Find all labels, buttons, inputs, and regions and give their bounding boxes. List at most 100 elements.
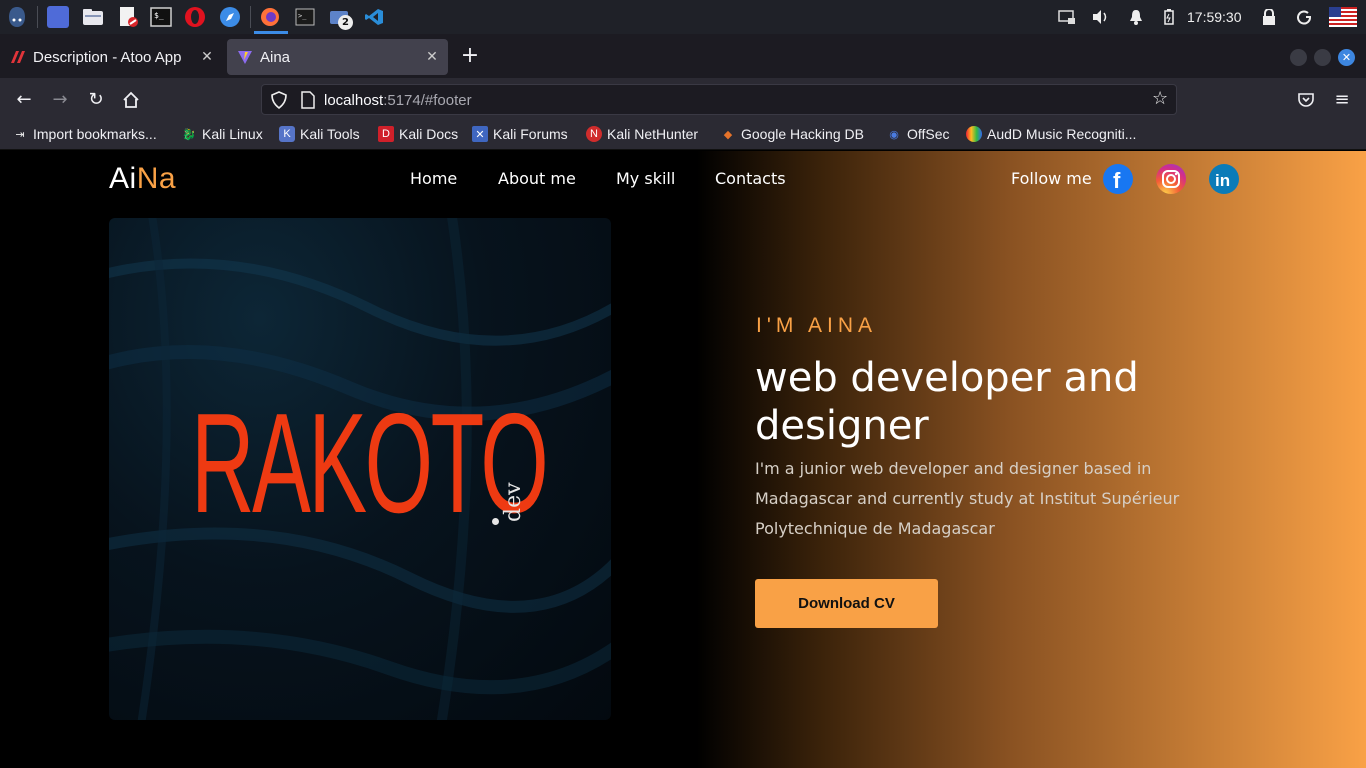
bookmark-offsec[interactable]: ◉ OffSec (886, 126, 950, 142)
files-window-icon[interactable]: 2 (329, 6, 353, 30)
home-icon[interactable] (119, 88, 143, 112)
flag-us-icon[interactable] (1329, 7, 1357, 27)
bookmark-kali-nethunter[interactable]: N Kali NetHunter (586, 126, 698, 142)
audd-icon (966, 126, 982, 142)
system-clock[interactable]: 17:59:30 (1187, 9, 1242, 25)
tab-close-icon[interactable]: ✕ (424, 48, 440, 64)
bookmarks-toolbar: ⇥ Import bookmarks... 🐉 Kali Linux K Kal… (0, 121, 1366, 150)
nethunter-icon: N (586, 126, 602, 142)
url-host: localhost (324, 92, 384, 109)
kali-forums-icon: ✕ (472, 126, 488, 142)
firefox-icon[interactable] (259, 6, 281, 28)
bookmark-label: Import bookmarks... (33, 126, 157, 142)
page-info-icon[interactable] (301, 91, 315, 109)
browser-navigation-bar: ← → ↻ localhost:5174/#footer ☆ ≡ (0, 78, 1366, 121)
tab-title: Aina (260, 48, 291, 66)
shield-icon[interactable] (271, 91, 287, 110)
reload-icon[interactable]: ↻ (84, 88, 108, 112)
linkedin-icon[interactable]: in (1209, 164, 1239, 194)
tab-atoo-app[interactable]: Description - Atoo App ✕ (0, 39, 223, 75)
terminal-window-icon[interactable]: >_ (294, 6, 316, 28)
bookmark-label: Google Hacking DB (741, 126, 864, 142)
bookmark-label: Kali Tools (300, 126, 360, 142)
bookmark-audd[interactable]: AudD Music Recogniti... (966, 126, 1136, 142)
address-bar[interactable]: localhost:5174/#footer ☆ (261, 84, 1177, 115)
workspace-icon[interactable] (47, 6, 69, 28)
file-manager-icon[interactable] (82, 6, 104, 28)
bookmark-kali-linux[interactable]: 🐉 Kali Linux (181, 126, 263, 142)
atoo-favicon-icon (10, 49, 26, 65)
back-arrow-icon[interactable]: ← (12, 88, 36, 112)
kali-docs-icon: D (378, 126, 394, 142)
volume-icon[interactable] (1092, 9, 1110, 25)
bookmark-label: Kali NetHunter (607, 126, 699, 142)
logo-accent-text: Na (136, 162, 177, 195)
follow-label: Follow me (1011, 169, 1092, 188)
facebook-icon[interactable]: f (1103, 164, 1133, 194)
bookmark-google-hacking-db[interactable]: ◆ Google Hacking DB (720, 126, 864, 142)
kali-tools-icon: K (279, 126, 295, 142)
text-editor-icon[interactable] (117, 6, 139, 28)
bookmark-label: OffSec (907, 126, 950, 142)
window-count-badge: 2 (338, 15, 353, 30)
tab-title: Description - Atoo App (33, 48, 182, 66)
offsec-icon: ◉ (889, 128, 899, 141)
forward-arrow-icon[interactable]: → (48, 88, 72, 112)
vite-favicon-icon (237, 49, 253, 65)
bookmark-label: Kali Linux (202, 126, 263, 142)
pocket-icon[interactable] (1294, 88, 1318, 112)
screen-cast-icon[interactable] (1058, 9, 1076, 25)
download-cv-button[interactable]: Download CV (755, 579, 938, 628)
app-menu-icon[interactable]: ≡ (1330, 88, 1354, 112)
opera-icon[interactable] (184, 6, 206, 28)
kali-menu-icon[interactable] (6, 6, 28, 28)
url-path: :5174/#footer (383, 92, 472, 109)
bookmark-label: Kali Docs (399, 126, 459, 142)
minimize-window-button[interactable] (1290, 49, 1307, 66)
bookmark-label: AudD Music Recogniti... (987, 126, 1137, 142)
web-browser-icon[interactable] (219, 6, 241, 28)
rakoto-brand-text: RAKOTO (191, 384, 549, 543)
lock-icon[interactable] (1262, 8, 1276, 25)
vscode-icon[interactable] (363, 6, 385, 28)
logo-main-text: Ai (109, 162, 137, 195)
nav-link-skill[interactable]: My skill (616, 169, 675, 188)
hero-description: I'm a junior web developer and designer … (755, 459, 1180, 538)
maximize-window-button[interactable] (1314, 49, 1331, 66)
exploit-db-icon: ◆ (723, 128, 733, 141)
taskbar-separator (37, 6, 38, 28)
kali-dragon-icon: 🐉 (182, 128, 196, 141)
terminal-icon[interactable]: $_ (150, 6, 172, 28)
power-icon[interactable] (1297, 9, 1313, 25)
close-window-button[interactable]: ✕ (1338, 49, 1355, 66)
browser-tab-strip: Description - Atoo App ✕ Aina ✕ (0, 34, 1366, 78)
svg-text:f: f (1113, 168, 1121, 193)
instagram-icon[interactable] (1156, 164, 1186, 194)
system-taskbar: $_ >_ 2 17:59:30 (0, 0, 1366, 34)
bookmark-kali-forums[interactable]: ✕ Kali Forums (472, 126, 568, 142)
bookmark-label: Kali Forums (493, 126, 568, 142)
notification-bell-icon[interactable] (1128, 9, 1144, 25)
url-text[interactable]: localhost:5174/#footer (324, 92, 472, 109)
nav-link-home[interactable]: Home (410, 169, 457, 188)
dev-suffix-text: dev (501, 482, 526, 522)
portfolio-image: RAKOTO dev (109, 218, 611, 720)
nav-link-about[interactable]: About me (498, 169, 576, 188)
import-icon: ⇥ (15, 128, 25, 141)
bookmark-kali-tools[interactable]: K Kali Tools (279, 126, 360, 142)
bookmark-kali-docs[interactable]: D Kali Docs (378, 126, 458, 142)
bookmark-star-icon[interactable]: ☆ (1152, 90, 1170, 108)
bookmark-import[interactable]: ⇥ Import bookmarks... (12, 126, 157, 142)
battery-icon (1163, 9, 1175, 25)
site-logo[interactable]: AiNa (109, 162, 176, 196)
tab-aina[interactable]: Aina ✕ (227, 39, 448, 75)
tab-close-icon[interactable]: ✕ (199, 48, 215, 64)
svg-text:>_: >_ (298, 12, 307, 20)
taskbar-separator (250, 6, 251, 28)
intro-label: I'M AINA (756, 314, 878, 337)
new-tab-button[interactable]: + (459, 45, 481, 67)
brand-dot (492, 518, 499, 525)
nav-link-contacts[interactable]: Contacts (715, 169, 786, 188)
svg-text:in: in (1215, 171, 1230, 190)
svg-text:$_: $_ (154, 11, 164, 20)
